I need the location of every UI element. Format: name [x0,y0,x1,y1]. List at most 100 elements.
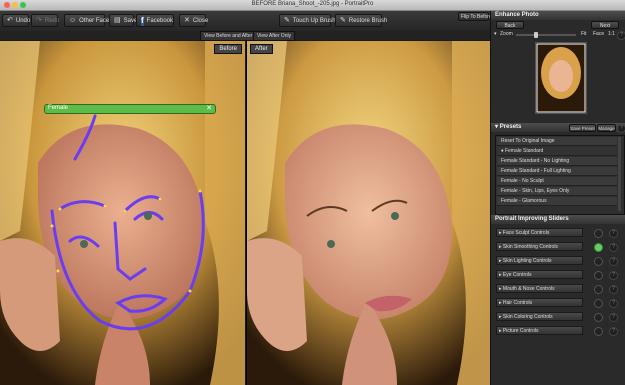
zoom-ratio-button[interactable]: 1:1 [608,31,615,37]
zoom-slider-thumb[interactable] [534,32,538,38]
slider-section-label: Eye Controls [502,272,532,278]
flip-label: Flip To Before [461,13,492,20]
save-preset-button[interactable]: Save Preset [569,124,596,132]
remove-face-icon[interactable]: ✕ [206,104,212,113]
before-label: Before [214,44,242,54]
skin-lighting-controls[interactable]: ▸ Skin Lighting Controls [496,256,583,265]
zoom-face-button[interactable]: Face [593,31,604,37]
toggle-dot-active[interactable] [594,243,603,252]
view-after-only-button[interactable]: View After Only [253,31,296,41]
preset-item[interactable]: Reset To Original Image [497,137,617,146]
brush-icon: ✎ [284,17,290,24]
slider-section-label: Skin Smoothing Controls [502,244,558,250]
after-label: After [250,44,273,54]
other-faces-label: Other Faces [79,17,113,24]
toggle-dot[interactable] [594,299,603,308]
after-photo-pane[interactable]: After [246,41,491,385]
toggle-dot[interactable] [594,313,603,322]
zoom-label: Zoom [500,31,513,37]
redo-label: Redo [44,17,60,24]
facebook-label: Facebook [146,17,174,24]
preset-item[interactable]: Female Standard - Full Lighting [497,167,617,176]
faces-icon: ☺ [69,17,77,24]
help-icon[interactable]: ? [609,313,618,322]
help-icon[interactable]: ? [609,327,618,336]
toggle-dot[interactable] [594,285,603,294]
restore-brush-icon: ✎ [340,17,346,24]
zoom-row: ▾ Zoom Fit Face 1:1 ? [494,31,625,40]
facebook-button[interactable]: f Facebook [136,14,174,27]
slider-section-label: Face Sculpt Controls [502,230,550,236]
zoom-help-icon[interactable]: ? [617,31,625,40]
preset-item[interactable]: Female - No Sculpt [497,177,617,186]
slider-section-label: Picture Controls [502,328,539,334]
after-portrait-image [247,41,491,385]
preset-item[interactable]: Female Standard - No Lighting [497,157,617,166]
slider-section-label: Mouth & Nose Controls [502,286,555,292]
help-icon[interactable]: ? [609,257,618,266]
undo-label: Undo [15,17,31,24]
preset-item[interactable]: Female - Glamorous [497,197,617,206]
help-icon[interactable]: ? [609,243,618,252]
before-photo-pane[interactable]: Before Female ✕ [0,41,245,385]
back-button[interactable]: Back [496,21,524,29]
slider-section-label: Hair Controls [502,300,533,306]
zoom-slider[interactable] [516,32,576,38]
save-button[interactable]: ▤ Save [109,14,137,27]
restore-label: Restore Brush [348,17,388,24]
presets-scrollbar[interactable] [618,137,621,211]
slider-section-label: Skin Lighting Controls [502,258,552,264]
touch-up-brush-button[interactable]: ✎ Touch Up Brush [279,14,336,27]
undo-icon: ↶ [7,17,13,24]
restore-brush-button[interactable]: ✎ Restore Brush [335,14,387,27]
toolbar: ↶ Undo ↷ Redo ☺ Other Faces ▤ Save f Fac… [0,11,492,32]
presets-help-icon[interactable]: ? [617,124,625,133]
enhance-photo-header: Enhance Photo [491,11,625,20]
zoom-fit-button[interactable]: Fit [581,31,587,37]
touch-up-label: Touch Up Brush [292,17,336,24]
picture-controls[interactable]: ▸ Picture Controls [496,326,583,335]
save-icon: ▤ [114,17,121,24]
zoom-chevron-icon[interactable]: ▾ [494,31,497,37]
toggle-dot[interactable] [594,229,603,238]
redo-icon: ↷ [36,17,42,24]
thumbnail-image [536,43,586,113]
preset-item-label: Female Standard [504,148,544,154]
help-icon[interactable]: ? [609,271,618,280]
skin-coloring-controls[interactable]: ▸ Skin Coloring Controls [496,312,583,321]
toggle-dot[interactable] [594,257,603,266]
toggle-dot[interactable] [594,271,603,280]
close-icon: ✕ [184,17,190,24]
right-panel: Enhance Photo Back Next ▾ Zoom Fit Face … [490,11,625,385]
manage-presets-button[interactable]: Manage [597,124,616,132]
before-portrait-image [0,41,245,385]
toggle-dot[interactable] [594,327,603,336]
next-button[interactable]: Next [591,21,619,29]
preset-item-selected[interactable]: ♦ Female Standard [497,147,617,156]
close-label: Close [192,17,209,24]
view-before-after-button[interactable]: View Before and After [200,31,257,41]
other-faces-button[interactable]: ☺ Other Faces [64,14,112,27]
face-tag-label: Female [48,105,69,111]
window-title: BEFORE Briana_Shoot_-205.jpg - PortraitP… [251,1,374,7]
help-icon[interactable]: ? [609,285,618,294]
redo-button[interactable]: ↷ Redo [31,14,60,27]
preset-item[interactable]: Female - Skin, Lips, Eyes Only [497,187,617,196]
sliders-header: Portrait Improving Sliders [491,215,625,224]
navigator-thumbnail[interactable] [535,42,587,114]
mouth-nose-controls[interactable]: ▸ Mouth & Nose Controls [496,284,583,293]
view-mode-bar: View Before and After View After Only [0,31,490,41]
skin-smoothing-controls[interactable]: ▸ Skin Smoothing Controls [496,242,583,251]
eye-controls[interactable]: ▸ Eye Controls [496,270,583,279]
face-sculpt-controls[interactable]: ▸ Face Sculpt Controls [496,228,583,237]
face-tag-bar[interactable]: Female ✕ [44,104,216,114]
slider-section-label: Skin Coloring Controls [502,314,553,320]
close-button[interactable]: ✕ Close [179,14,209,27]
hair-controls[interactable]: ▸ Hair Controls [496,298,583,307]
title-bar: BEFORE Briana_Shoot_-205.jpg - PortraitP… [0,0,625,11]
undo-button[interactable]: ↶ Undo [2,14,31,27]
facebook-icon: f [141,15,144,26]
help-icon[interactable]: ? [609,299,618,308]
help-icon[interactable]: ? [609,229,618,238]
flip-to-before-button[interactable]: Flip To Before [458,12,492,21]
